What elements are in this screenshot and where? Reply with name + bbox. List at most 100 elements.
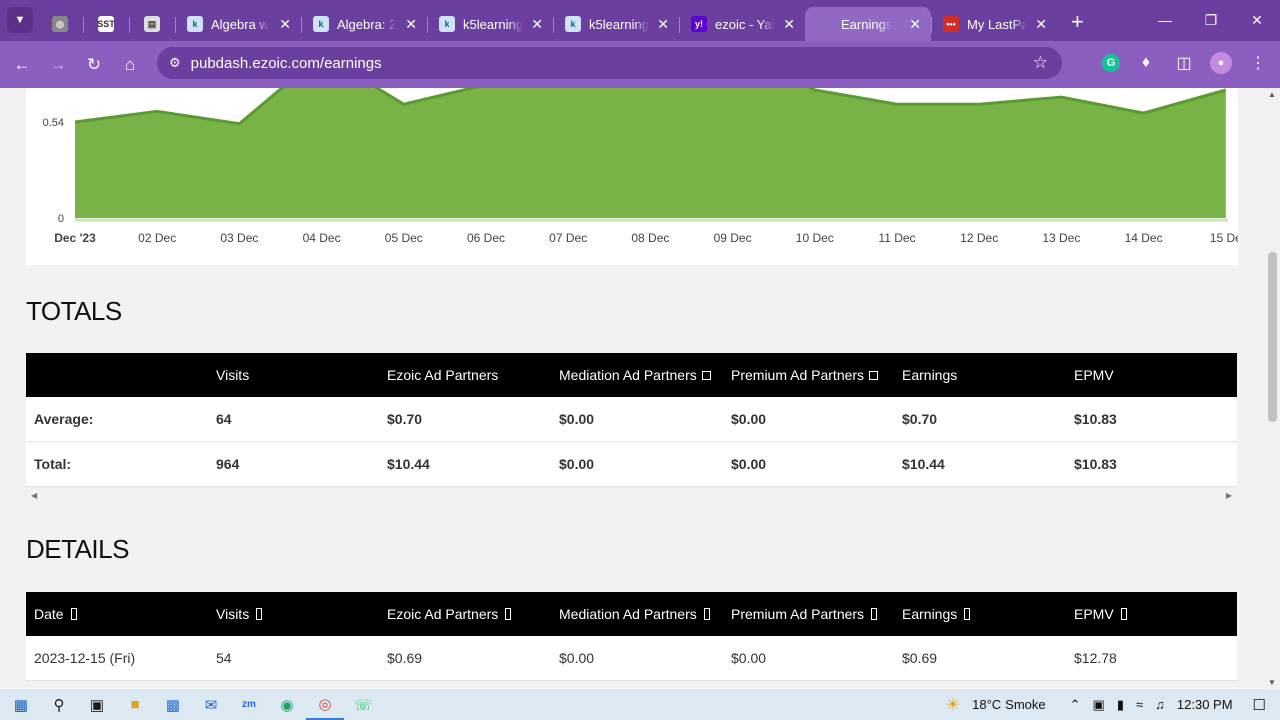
browser-tab[interactable]: k Algebra w ✕ <box>175 7 301 41</box>
yahoo-icon: y! <box>691 16 707 32</box>
totals-body: Average: 64 $0.70 $0.00 $0.00 $0.70 $10.83 Tota… <box>26 397 1237 487</box>
header-label: Premium Ad Partners <box>731 606 865 622</box>
sort-icon[interactable] <box>871 608 878 620</box>
close-tab-icon[interactable]: ✕ <box>1027 16 1047 33</box>
extensions-puzzle-icon[interactable]: ♦ <box>1134 51 1158 75</box>
file-explorer-icon[interactable]: ■ <box>116 689 154 720</box>
details-col-header[interactable]: Mediation Ad Partners <box>559 606 710 622</box>
sort-icon[interactable] <box>505 608 512 620</box>
site-settings-icon[interactable]: ⚙ <box>169 55 181 71</box>
scroll-right-icon[interactable]: ▶ <box>1226 491 1232 500</box>
browser-tab[interactable]: ◎ <box>37 7 83 41</box>
totals-table: Visits Ezoic Ad Partners Mediation Ad Part… <box>26 353 1237 505</box>
meet-now-icon[interactable]: ▣ <box>1093 697 1105 713</box>
details-col-header[interactable]: Earnings <box>902 606 971 622</box>
sort-icon[interactable] <box>70 608 77 620</box>
reload-icon[interactable]: ↻ <box>76 55 112 75</box>
details-col-header[interactable]: EPMV <box>1074 606 1127 622</box>
mail-icon[interactable]: ✉ <box>192 689 230 720</box>
clock[interactable]: 12:30 PM <box>1177 697 1233 712</box>
details-col-header[interactable]: Premium Ad Partners <box>731 606 878 622</box>
battery-icon[interactable]: ▮ <box>1117 697 1124 713</box>
browser-tab[interactable]: k Algebra: 2 ✕ <box>301 7 427 41</box>
grammarly-extension-icon[interactable]: G <box>1102 54 1120 72</box>
tab-title: k5learning <box>589 16 649 32</box>
x-tick-label: 08 Dec <box>631 231 669 245</box>
horizontal-scrollbar[interactable]: ◀ ▶ <box>26 487 1237 505</box>
sort-icon[interactable] <box>1120 608 1127 620</box>
header-label: Earnings <box>902 606 958 622</box>
details-col-header[interactable]: Date <box>34 606 77 622</box>
wifi-icon[interactable]: ≈ <box>1136 697 1143 712</box>
notifications-icon[interactable]: ☐ <box>1253 696 1266 714</box>
header-label: Date <box>34 606 64 622</box>
edge-icon[interactable]: ◉ <box>268 689 306 720</box>
close-tab-icon[interactable]: ✕ <box>775 16 795 33</box>
restore-icon[interactable]: ❐ <box>1188 0 1234 40</box>
table-cell: $0.00 <box>559 456 595 472</box>
totals-col-header: Earnings <box>902 367 957 383</box>
sort-icon[interactable] <box>964 608 971 620</box>
totals-title: TOTALS <box>26 296 122 326</box>
sort-icon[interactable] <box>256 608 263 620</box>
browser-tab[interactable]: ▤ <box>129 7 175 41</box>
scrollbar-thumb[interactable] <box>1268 252 1277 422</box>
page-scrollbar[interactable]: ▲ ▼ <box>1264 88 1280 689</box>
close-tab-icon[interactable]: ✕ <box>271 16 291 33</box>
scroll-up-icon[interactable]: ▲ <box>1268 90 1276 99</box>
info-icon[interactable] <box>869 371 879 380</box>
browser-tab[interactable]: ••• My LastPa ✕ <box>931 7 1057 41</box>
weather-text[interactable]: Smoke <box>1005 697 1045 712</box>
close-tab-icon[interactable]: ✕ <box>649 16 669 33</box>
task-view-icon[interactable]: ▣ <box>78 689 116 720</box>
taskbar-search-icon[interactable]: ⚲ <box>40 689 78 720</box>
details-header-row: Date Visits Ezoic Ad Partners Mediation Ad … <box>26 592 1237 636</box>
close-window-icon[interactable]: ✕ <box>1234 0 1280 40</box>
browser-tab[interactable]: ◌ Earnings ✕ <box>805 7 931 41</box>
pinned-app-icon: ◎ <box>52 16 68 32</box>
home-icon[interactable]: ⌂ <box>112 55 148 75</box>
back-arrow-icon[interactable]: ← <box>4 55 40 75</box>
forward-arrow-icon[interactable]: → <box>40 55 76 75</box>
address-bar[interactable]: ⚙ pubdash.ezoic.com/earnings ☆ <box>157 47 1062 79</box>
browser-tab[interactable]: k k5learning ✕ <box>553 7 679 41</box>
scroll-down-icon[interactable]: ▼ <box>1268 678 1276 687</box>
table-cell: 2023-12-15 (Fri) <box>34 650 136 666</box>
scroll-left-icon[interactable]: ◀ <box>31 491 37 500</box>
microsoft-store-icon[interactable]: ▩ <box>154 689 192 720</box>
close-tab-icon[interactable]: ✕ <box>523 16 543 33</box>
new-tab-button[interactable]: + <box>1071 9 1084 35</box>
zoom-icon[interactable]: zm <box>230 689 268 720</box>
info-icon[interactable] <box>701 371 711 380</box>
windows-start-icon[interactable]: ▦ <box>2 689 40 720</box>
tab-title: k5learning <box>463 16 523 32</box>
side-panel-icon[interactable]: ◫ <box>1172 51 1196 75</box>
header-label: EPMV <box>1074 606 1114 622</box>
browser-tab[interactable]: y! ezoic - Yal ✕ <box>679 7 805 41</box>
x-tick-label: 10 Dec <box>796 231 834 245</box>
table-cell: $10.83 <box>1074 456 1117 472</box>
x-tick-label: 06 Dec <box>467 231 505 245</box>
close-tab-icon[interactable]: ✕ <box>397 16 417 33</box>
browser-tab[interactable]: k k5learning ✕ <box>427 7 553 41</box>
details-col-header[interactable]: Ezoic Ad Partners <box>387 606 512 622</box>
whatsapp-icon[interactable]: ☏ <box>344 689 382 720</box>
tab-search-button[interactable]: ▼ <box>7 7 33 33</box>
chevron-up-icon[interactable]: ⌃ <box>1070 697 1081 713</box>
bookmark-star-icon[interactable]: ☆ <box>1033 53 1048 73</box>
close-tab-icon[interactable]: ✕ <box>901 16 921 33</box>
details-col-header[interactable]: Visits <box>216 606 263 622</box>
browser-tab[interactable]: SST <box>83 7 129 41</box>
header-label: Earnings <box>902 367 958 383</box>
profile-avatar[interactable]: ● <box>1210 52 1232 74</box>
details-table: Date Visits Ezoic Ad Partners Mediation Ad … <box>26 592 1237 681</box>
calculator-icon: ▤ <box>144 16 160 32</box>
minimize-icon[interactable]: — <box>1142 0 1188 40</box>
volume-icon[interactable]: ♫ <box>1155 697 1165 712</box>
x-tick-label: 11 Dec <box>878 231 915 245</box>
sort-icon[interactable] <box>703 608 710 620</box>
chrome-icon[interactable]: ◎ <box>306 689 344 720</box>
weather-temp[interactable]: 18°C <box>972 697 1001 712</box>
kebab-menu-icon[interactable]: ⋮ <box>1246 51 1270 75</box>
table-cell: Total: <box>34 456 72 472</box>
